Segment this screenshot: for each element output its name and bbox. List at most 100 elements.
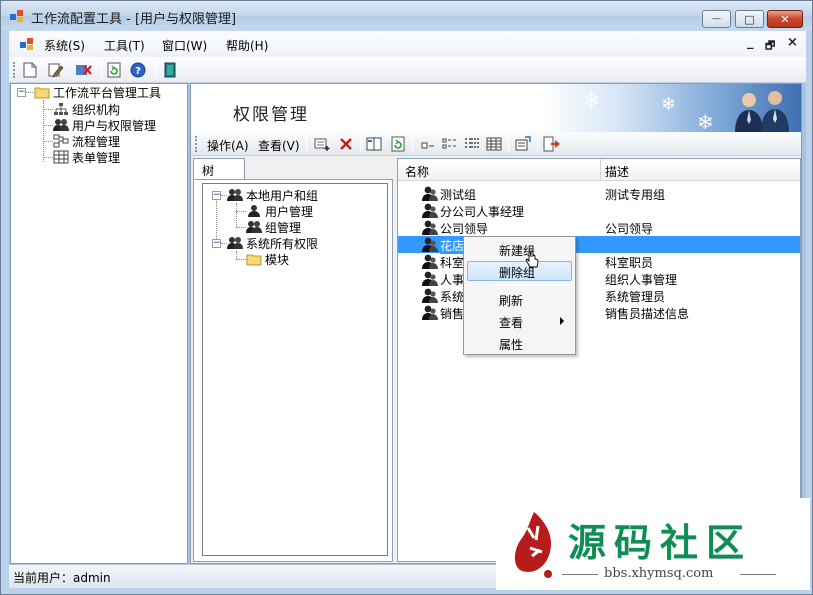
toolbar-grip[interactable]	[13, 62, 16, 78]
list-item-description: 公司领导	[605, 222, 654, 236]
large-icons-button[interactable]	[419, 135, 437, 153]
list-item-name: 科室	[440, 256, 465, 270]
group-icon	[422, 220, 438, 235]
menu-view[interactable]: 查看(V)	[258, 137, 300, 154]
group-icon	[422, 271, 438, 286]
toolbar-separator	[306, 136, 307, 152]
permission-tree[interactable]: − 本地用户和组 用户管理 组管理 − 系统所有权限 模块	[202, 183, 388, 556]
details-icon	[486, 137, 502, 151]
properties-button[interactable]	[514, 135, 532, 153]
menu-system[interactable]: 系统(S)	[44, 37, 85, 54]
list-item[interactable]: 科室 科室职员	[398, 253, 800, 270]
list-item[interactable]: 人事 组织人事管理	[398, 270, 800, 287]
mdi-minimize-button[interactable]: _	[747, 35, 754, 50]
tree-node-label: 模块	[265, 252, 290, 267]
edit-button[interactable]	[47, 61, 65, 79]
context-menu-separator	[494, 285, 572, 286]
close-button[interactable]: ✕	[767, 10, 803, 28]
tree-node-local-users-groups[interactable]: 本地用户和组	[227, 187, 318, 203]
tree-node-organization[interactable]: 组织机构	[53, 101, 120, 117]
refresh-button[interactable]	[389, 135, 407, 153]
watermark-divider	[562, 574, 598, 575]
context-menu: 新建组 删除组 刷新 查看 属性	[463, 236, 576, 355]
tree-node-all-permissions[interactable]: 系统所有权限	[227, 235, 318, 251]
menu-tools[interactable]: 工具(T)	[104, 37, 145, 54]
small-icons-icon	[442, 138, 456, 149]
tab-tree-label: 树	[202, 164, 215, 178]
tree-node-user-permission[interactable]: 用户与权限管理	[53, 117, 156, 133]
users-icon	[227, 237, 243, 249]
tree-collapse-toggle[interactable]: −	[17, 88, 26, 97]
menu-help[interactable]: 帮助(H)	[226, 37, 268, 54]
toolbar-separator	[508, 136, 509, 152]
tree-node-group-management[interactable]: 组管理	[246, 219, 301, 235]
toolbar-grip[interactable]	[195, 136, 198, 152]
context-menu-new-group[interactable]: 新建组	[467, 239, 572, 259]
context-menu-view[interactable]: 查看	[467, 311, 572, 331]
tree-node-user-management[interactable]: 用户管理	[246, 203, 313, 219]
maximize-button[interactable]: □	[735, 10, 764, 28]
help-button[interactable]: ?	[129, 61, 147, 79]
small-icons-button[interactable]	[441, 135, 459, 153]
tree-line	[236, 211, 246, 212]
tree-line	[236, 203, 237, 227]
list-item[interactable]: 销售 销售员描述信息	[398, 304, 800, 321]
child-toolbar: 操作(A) 查看(V)	[191, 132, 801, 156]
add-group-button[interactable]	[313, 135, 331, 153]
context-menu-properties[interactable]: 属性	[467, 333, 572, 353]
menu-action[interactable]: 操作(A)	[207, 137, 249, 154]
column-header-name[interactable]: 名称	[405, 163, 429, 180]
exit-button[interactable]	[161, 61, 179, 79]
list-item[interactable]: 分公司人事经理	[398, 202, 800, 219]
list-item[interactable]: 公司领导 公司领导	[398, 219, 800, 236]
mdi-child-icon[interactable]	[19, 37, 35, 51]
new-button[interactable]	[21, 61, 39, 79]
submenu-arrow-icon	[560, 317, 564, 325]
delete-user-button[interactable]	[75, 61, 93, 79]
tree-collapse-toggle[interactable]: −	[212, 239, 221, 248]
tree-node-label: 表单管理	[72, 150, 121, 165]
list-item-selected[interactable]: 花店	[398, 236, 800, 254]
context-menu-refresh[interactable]: 刷新	[467, 289, 572, 309]
properties-pane-button[interactable]	[365, 135, 383, 153]
column-header-description[interactable]: 描述	[605, 163, 629, 180]
mdi-restore-button[interactable]: 🗗	[765, 37, 775, 56]
tree-node-root[interactable]: 工作流平台管理工具	[34, 84, 161, 100]
tab-tree-body: − 本地用户和组 用户管理 组管理 − 系统所有权限 模块	[193, 179, 393, 562]
list-item[interactable]: 系统 系统管理员	[398, 287, 800, 304]
folder-icon	[246, 254, 262, 266]
navigation-tree[interactable]: − 工作流平台管理工具 组织机构 用户与权限管理 流程管理 表单管理	[10, 83, 188, 564]
list-view-button[interactable]	[463, 135, 481, 153]
tree-node-label: 用户与权限管理	[72, 118, 157, 133]
tree-node-label: 组管理	[265, 220, 302, 235]
user-icon	[248, 205, 260, 217]
export-button[interactable]	[543, 135, 561, 153]
context-menu-label: 属性	[499, 338, 524, 352]
large-icons-icon	[421, 142, 434, 149]
tree-node-process[interactable]: 流程管理	[53, 133, 120, 149]
properties-icon	[515, 136, 531, 151]
delete-button[interactable]	[337, 135, 355, 153]
group-icon	[422, 237, 438, 252]
snowflake-icon: ❄	[697, 110, 714, 134]
tree-collapse-toggle[interactable]: −	[212, 191, 221, 200]
tree-node-modules[interactable]: 模块	[246, 251, 289, 267]
menu-window[interactable]: 窗口(W)	[162, 37, 207, 54]
tree-node-label: 工作流平台管理工具	[53, 85, 162, 100]
toolbar-separator	[101, 61, 102, 79]
tree-node-form[interactable]: 表单管理	[53, 149, 120, 165]
edit-icon	[48, 63, 64, 78]
minimize-button[interactable]: —	[702, 10, 731, 28]
details-view-button[interactable]	[485, 135, 503, 153]
context-menu-delete-group[interactable]: 删除组	[467, 261, 572, 281]
column-divider[interactable]	[600, 159, 601, 181]
svg-text:?: ?	[135, 66, 141, 77]
title-bar[interactable]: 工作流配置工具 - [用户与权限管理] — □ ✕	[1, 1, 812, 31]
table-icon	[53, 150, 69, 164]
list-item[interactable]: 测试组 测试专用组	[398, 185, 800, 202]
users-icon	[53, 119, 69, 131]
tab-tree[interactable]: 树	[193, 158, 245, 180]
mdi-close-button[interactable]: ×	[787, 35, 798, 50]
refresh-button[interactable]	[105, 61, 123, 79]
watermark-seal-logo	[514, 512, 552, 578]
